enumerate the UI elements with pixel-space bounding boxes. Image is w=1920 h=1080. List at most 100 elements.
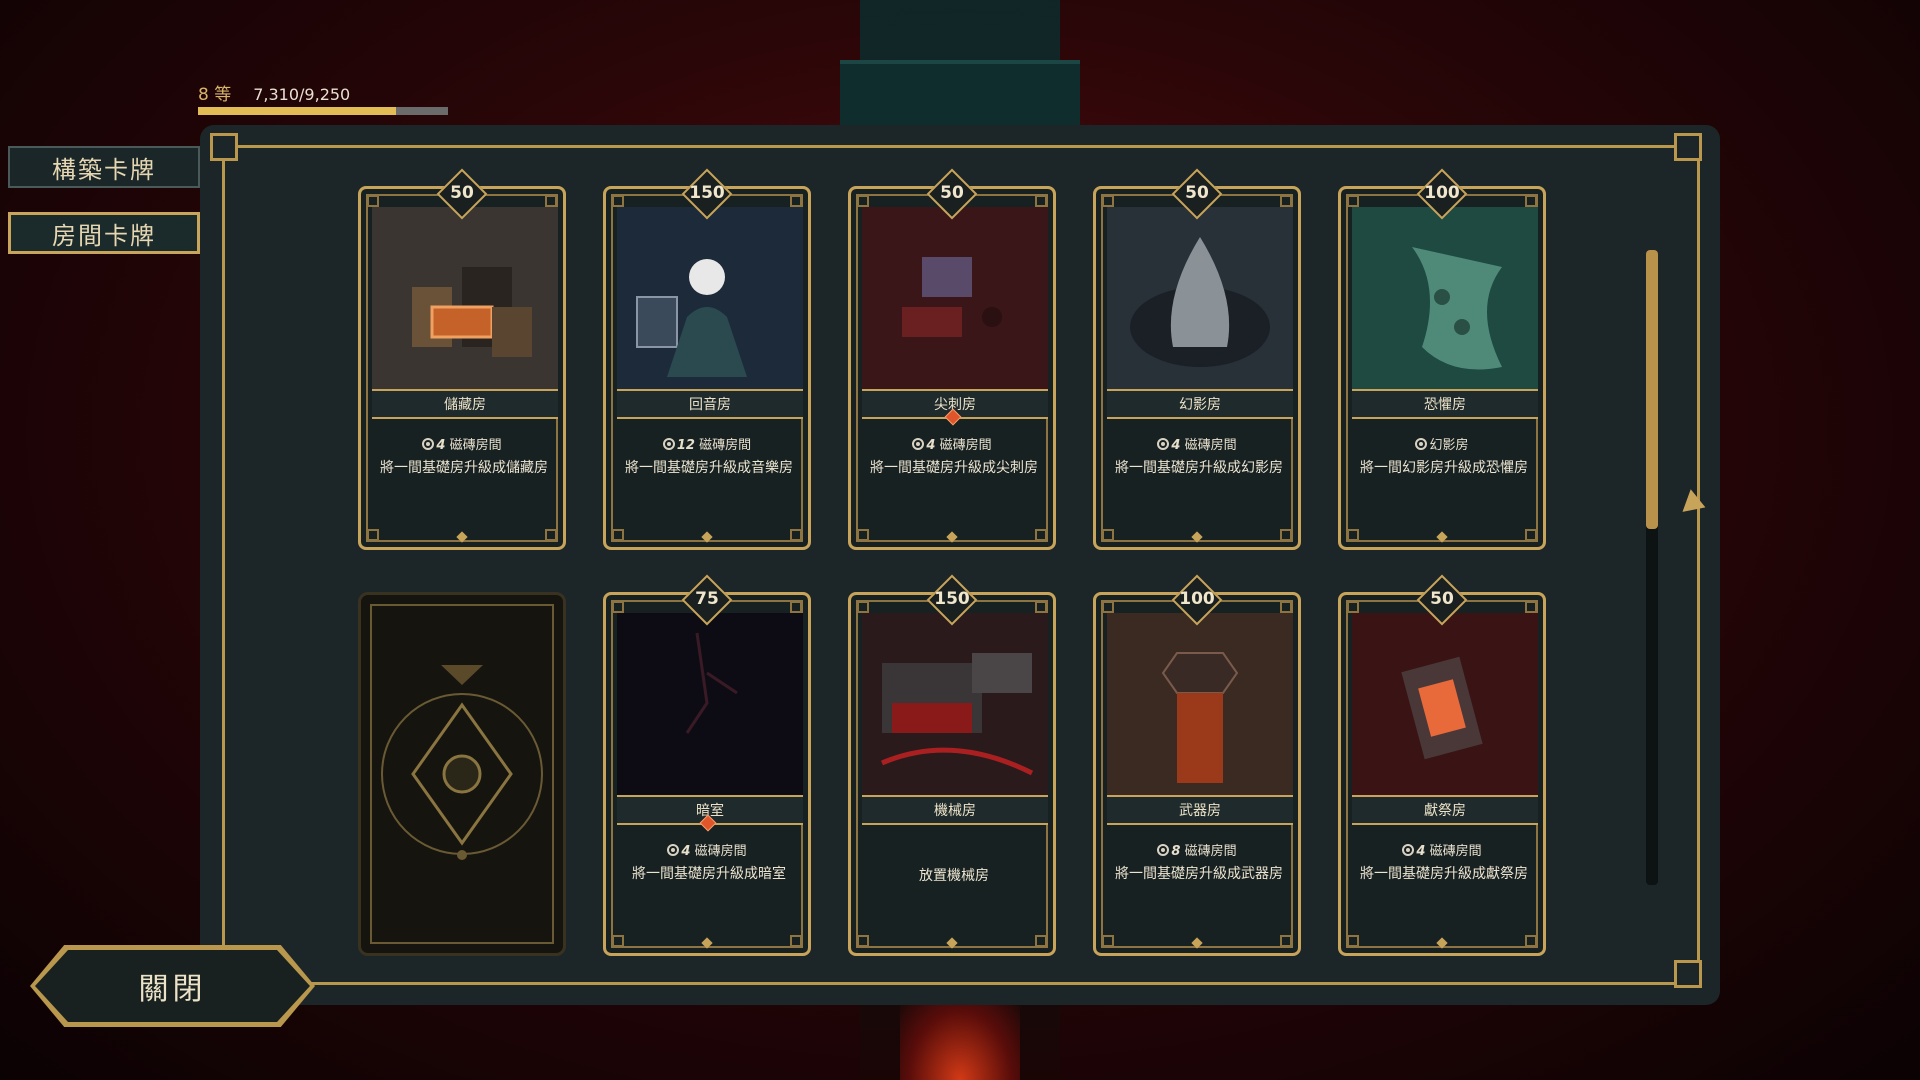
- card-corner-ornament: [857, 601, 869, 613]
- card-corner-ornament: [612, 195, 624, 207]
- xp-bar-fill: [198, 107, 396, 115]
- card-requirement: 4 磁磚房間: [1341, 840, 1543, 859]
- card-name: 幻影房: [1179, 397, 1221, 413]
- card-requirement-count: 4: [926, 438, 936, 453]
- card-art: [1107, 613, 1293, 798]
- tab-room-cards[interactable]: 房間卡牌: [8, 212, 200, 254]
- card-requirement-count: 4: [1171, 438, 1181, 453]
- card-cost: 50: [1185, 183, 1209, 203]
- room-card[interactable]: 50 獻祭房 4 磁磚房間 將一間基礎房升級成獻祭房: [1338, 574, 1546, 956]
- card-corner-ornament: [1035, 935, 1047, 947]
- card-art: [617, 207, 803, 392]
- card-requirement-count: 12: [676, 438, 695, 453]
- frame-corner-tr: [1674, 133, 1702, 161]
- card-cost: 150: [934, 589, 970, 609]
- card-corner-ornament: [1102, 935, 1114, 947]
- card-corner-ornament: [1102, 195, 1114, 207]
- card-name-band: 武器房: [1107, 795, 1293, 825]
- room-card[interactable]: 150 機械房放置機械房: [848, 574, 1056, 956]
- card-corner-ornament: [367, 195, 379, 207]
- card-art: [862, 613, 1048, 798]
- room-card[interactable]: 100 恐懼房幻影房將一間幻影房升級成恐懼房: [1338, 168, 1546, 550]
- room-card[interactable]: 100 武器房 8 磁磚房間 將一間基礎房升級成武器房: [1093, 574, 1301, 956]
- frame-corner-br: [1674, 960, 1702, 988]
- card-cost: 100: [1424, 183, 1460, 203]
- background-glow: [900, 1000, 1020, 1080]
- card-name-band: 幻影房: [1107, 389, 1293, 419]
- card-bottom-ornament: [456, 531, 468, 543]
- card-name: 儲藏房: [444, 397, 486, 413]
- card-requirement: 幻影房: [1341, 434, 1543, 453]
- tile-icon: [1402, 844, 1415, 856]
- room-card[interactable]: 75 暗室 4 磁磚房間 將一間基礎房升級成暗室: [603, 574, 811, 956]
- card-requirement: 8 磁磚房間: [1096, 840, 1298, 859]
- card-description: 放置機械房: [919, 868, 989, 884]
- card-requirement-count: 4: [1416, 844, 1426, 859]
- card-corner-ornament: [1280, 529, 1292, 541]
- card-cost: 150: [689, 183, 725, 203]
- close-button-label: 關閉: [138, 972, 207, 1007]
- card-cost: 50: [450, 183, 474, 203]
- card-art: [1352, 207, 1538, 392]
- card-corner-ornament: [1347, 195, 1359, 207]
- card-corner-ornament: [857, 195, 869, 207]
- card-name-band: 機械房: [862, 795, 1048, 825]
- tile-icon: [1415, 438, 1428, 450]
- card-cost: 50: [940, 183, 964, 203]
- xp-text: 7,310/9,250: [253, 85, 351, 104]
- card-bottom-ornament: [701, 531, 713, 543]
- card-name: 機械房: [934, 803, 976, 819]
- scrollbar-thumb[interactable]: [1646, 250, 1658, 530]
- card-requirement: 4 磁磚房間: [606, 840, 808, 859]
- card-description: 將一間基礎房升級成獻祭房: [1360, 866, 1528, 882]
- card-corner-ornament: [612, 529, 624, 541]
- card-requirement-text: 磁磚房間: [1184, 438, 1237, 453]
- card-bottom-ornament: [1191, 531, 1203, 543]
- room-card[interactable]: 50 尖刺房 4 磁磚房間 將一間基礎房升級成尖刺房: [848, 168, 1056, 550]
- room-card[interactable]: 50 儲藏房 4 磁磚房間 將一間基礎房升級成儲藏房: [358, 168, 566, 550]
- tab-build-cards[interactable]: 構築卡牌: [8, 146, 200, 188]
- close-button[interactable]: 關閉: [35, 950, 310, 1022]
- card-requirement-text: 幻影房: [1429, 438, 1469, 453]
- card-corner-ornament: [857, 935, 869, 947]
- card-description: 將一間基礎房升級成儲藏房: [380, 460, 548, 476]
- card-name: 恐懼房: [1424, 397, 1466, 413]
- card-corner-ornament: [1525, 601, 1537, 613]
- card-corner-ornament: [612, 601, 624, 613]
- card-name-band: 回音房: [617, 389, 803, 419]
- card-bottom-ornament: [1436, 531, 1448, 543]
- card-corner-ornament: [1525, 935, 1537, 947]
- card-corner-ornament: [857, 529, 869, 541]
- tile-icon: [1157, 844, 1170, 856]
- card-corner-ornament: [1347, 529, 1359, 541]
- card-requirement-count: 4: [681, 844, 691, 859]
- level-label: 8 等 7,310/9,250: [198, 85, 350, 105]
- room-card[interactable]: 150 回音房 12 磁磚房間 將一間基礎房升級成音樂房: [603, 168, 811, 550]
- card-requirement-count: 4: [436, 438, 446, 453]
- scrollbar[interactable]: [1646, 250, 1658, 885]
- card-back-pattern-icon: [370, 604, 554, 944]
- xp-bar: [198, 107, 448, 115]
- card-name-band: 恐懼房: [1352, 389, 1538, 419]
- card-corner-ornament: [1035, 601, 1047, 613]
- card-art: [862, 207, 1048, 392]
- card-bottom-ornament: [1436, 937, 1448, 949]
- card-description: 將一間幻影房升級成恐懼房: [1360, 460, 1528, 476]
- card-corner-ornament: [545, 529, 557, 541]
- frame-corner-tl: [210, 133, 238, 161]
- card-description: 將一間基礎房升級成尖刺房: [870, 460, 1038, 476]
- card-description: 將一間基礎房升級成幻影房: [1115, 460, 1283, 476]
- card-requirement: 12 磁磚房間: [606, 434, 808, 453]
- card-art: [1107, 207, 1293, 392]
- room-card[interactable]: 50 幻影房 4 磁磚房間將一間基礎房升級成幻影房: [1093, 168, 1301, 550]
- card-corner-ornament: [1525, 195, 1537, 207]
- card-art: [617, 613, 803, 798]
- card-requirement-text: 磁磚房間: [939, 438, 992, 453]
- card-back-placeholder: [358, 592, 566, 956]
- player-level: 8 等 7,310/9,250: [198, 80, 350, 105]
- card-requirement-text: 磁磚房間: [1429, 844, 1482, 859]
- card-corner-ornament: [1347, 601, 1359, 613]
- card-art: [1352, 613, 1538, 798]
- tile-icon: [422, 438, 435, 450]
- card-requirement-text: 磁磚房間: [699, 438, 752, 453]
